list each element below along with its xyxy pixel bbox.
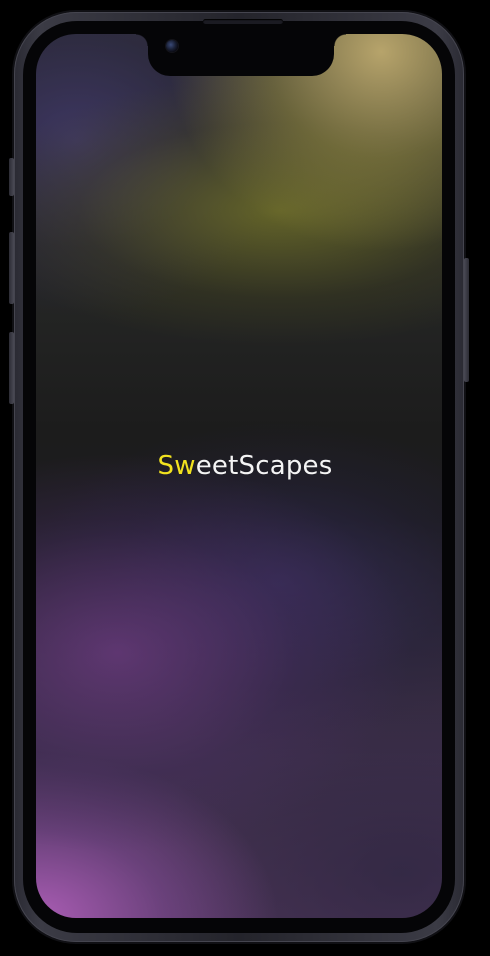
volume-down-button <box>9 332 14 404</box>
app-logo-rest: eetScapes <box>195 451 333 481</box>
app-logo-accent: Sw <box>157 451 196 481</box>
power-button <box>464 258 469 382</box>
mockup-stage: SweetScapes <box>0 0 490 956</box>
front-camera-icon <box>166 40 178 52</box>
speaker-grille-icon <box>203 19 283 24</box>
app-logo: SweetScapes <box>0 449 490 483</box>
silent-switch <box>9 158 14 196</box>
volume-up-button <box>9 232 14 304</box>
notch <box>136 34 346 76</box>
